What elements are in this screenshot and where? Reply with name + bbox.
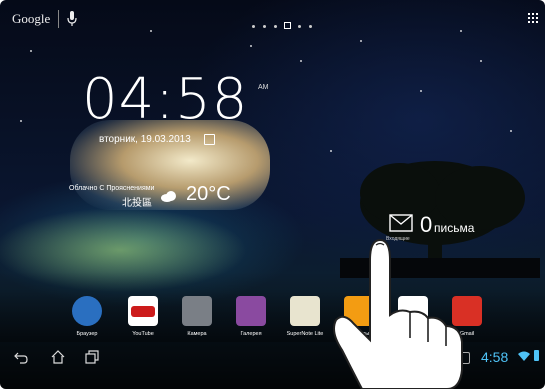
star (510, 130, 512, 132)
weather-temperature: 20°C (186, 183, 231, 205)
google-search-button[interactable]: Google (12, 11, 50, 27)
camera-icon[interactable] (182, 296, 212, 326)
app-label: YouTube (132, 331, 154, 337)
star (480, 60, 482, 62)
app-label: Галерея (240, 331, 262, 337)
star (360, 40, 362, 42)
app-label: Камера (187, 331, 207, 337)
page-indicator (248, 16, 316, 29)
supernote-icon[interactable] (290, 296, 320, 326)
star (300, 60, 302, 62)
weather-city: 北投區 (122, 198, 152, 209)
battery-icon (534, 350, 539, 361)
divider (58, 10, 59, 28)
star (420, 90, 422, 92)
home-icon[interactable] (51, 350, 65, 364)
app-label: Браузер (76, 331, 98, 337)
recent-apps-icon[interactable] (85, 350, 99, 364)
cloud-icon (161, 191, 176, 202)
wifi-icon (518, 351, 530, 361)
home-screen: Google 04:58 AM вторник, 19.03.2013 Обла… (0, 0, 545, 389)
star (20, 120, 22, 122)
clock-date: вторник, 19.03.2013 (99, 134, 191, 145)
clock-ampm: AM (258, 84, 269, 91)
mic-icon[interactable] (66, 10, 78, 28)
status-time[interactable]: 4:58 (481, 349, 508, 365)
clock-time[interactable]: 04:58 (82, 72, 248, 128)
back-icon[interactable] (14, 350, 28, 364)
youtube-icon[interactable] (128, 296, 158, 326)
weather-condition: Облачно С Прояснениями (69, 185, 155, 192)
status-bar: Google (0, 0, 545, 38)
pointing-hand-image (333, 238, 463, 389)
gallery-icon[interactable] (236, 296, 266, 326)
browser-icon[interactable] (72, 296, 102, 326)
calendar-icon[interactable] (204, 134, 215, 145)
star (30, 50, 32, 52)
star (330, 150, 332, 152)
all-apps-icon[interactable] (528, 13, 538, 23)
star (250, 45, 252, 47)
